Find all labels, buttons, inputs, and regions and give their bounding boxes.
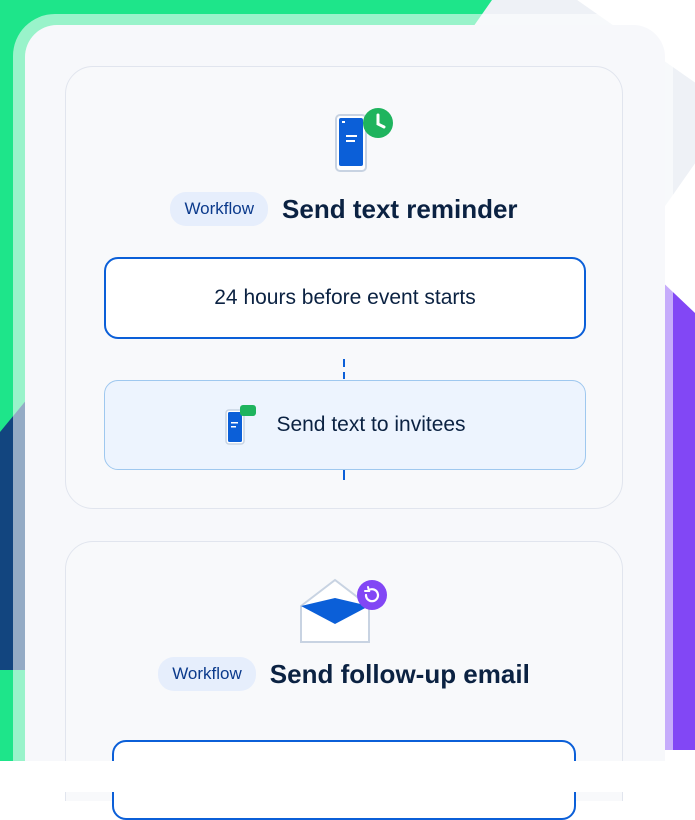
title-row: Workflow Send follow-up email (66, 657, 622, 691)
connector-line (343, 470, 345, 480)
workflow-badge: Workflow (170, 192, 269, 226)
workflow-title: Send follow-up email (269, 658, 530, 689)
phone-clock-icon (335, 108, 393, 172)
workflow-badge: Workflow (158, 657, 256, 691)
envelope-refresh-icon (300, 578, 387, 643)
workflow-title: Send text reminder (282, 193, 518, 224)
phone-message-icon (225, 405, 257, 445)
connector-line (343, 359, 345, 379)
trigger-step-label: 24 hours before event starts (214, 286, 476, 309)
trigger-step[interactable]: 24 hours before event starts (104, 257, 586, 339)
workflow-card-text-reminder[interactable]: Workflow Send text reminder 24 hours bef… (65, 66, 623, 509)
action-step-label: Send text to invitees (276, 413, 466, 436)
page-bottom (0, 761, 695, 792)
workflow-panel: Workflow Send text reminder 24 hours bef… (25, 25, 665, 820)
action-step[interactable]: Send text to invitees (104, 380, 586, 470)
title-row: Workflow Send text reminder (66, 192, 622, 226)
